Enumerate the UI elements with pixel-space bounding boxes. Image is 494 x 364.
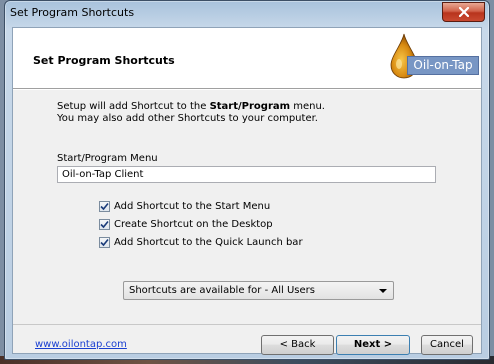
- quick-launch-option[interactable]: Add Shortcut to the Quick Launch bar: [99, 237, 303, 248]
- footer-divider: [13, 324, 481, 325]
- wizard-header: Set Program Shortcuts Oil-on-Tap: [13, 28, 481, 88]
- header-divider: [13, 88, 481, 90]
- page-title: Set Program Shortcuts: [33, 54, 175, 67]
- title-bar[interactable]: Set Program Shortcuts: [5, 1, 489, 27]
- intro-text: Setup will add Shortcut to the Start/Pro…: [57, 101, 325, 125]
- quick-launch-option-label: Add Shortcut to the Quick Launch bar: [114, 237, 303, 248]
- desktop-option-label: Create Shortcut on the Desktop: [114, 219, 273, 230]
- website-link[interactable]: www.oilontap.com: [35, 339, 127, 350]
- check-icon: [100, 220, 109, 229]
- close-icon: [458, 7, 469, 17]
- intro-line-1: Setup will add Shortcut to the Start/Pro…: [57, 101, 325, 112]
- shortcut-scope-value: Shortcuts are available for - All Users: [129, 285, 315, 296]
- close-button[interactable]: [442, 2, 485, 22]
- shortcut-scope-dropdown[interactable]: Shortcuts are available for - All Users: [123, 281, 394, 300]
- check-icon: [100, 202, 109, 211]
- desktop-checkbox[interactable]: [99, 219, 110, 230]
- chevron-down-icon: [379, 289, 387, 293]
- brand-logo: Oil-on-Tap: [381, 32, 479, 80]
- start-menu-label: Start/Program Menu: [57, 153, 158, 164]
- dialog-body: Set Program Shortcuts Oil-on-Tap Setup w…: [12, 27, 482, 355]
- start-menu-option[interactable]: Add Shortcut to the Start Menu: [99, 201, 270, 212]
- back-button[interactable]: < Back: [261, 335, 334, 355]
- installer-window: Set Program Shortcuts Set Program Shortc…: [4, 0, 490, 360]
- window-title: Set Program Shortcuts: [10, 6, 135, 19]
- cancel-button[interactable]: Cancel: [421, 335, 473, 355]
- start-menu-option-label: Add Shortcut to the Start Menu: [114, 201, 271, 212]
- check-icon: [100, 238, 109, 247]
- start-menu-checkbox[interactable]: [99, 201, 110, 212]
- logo-text: Oil-on-Tap: [407, 56, 479, 75]
- quick-launch-checkbox[interactable]: [99, 237, 110, 248]
- intro-line-2: You may also add other Shortcuts to your…: [57, 113, 318, 124]
- start-menu-folder-input[interactable]: Oil-on-Tap Client: [57, 166, 436, 183]
- next-button[interactable]: Next >: [336, 335, 410, 355]
- desktop-option[interactable]: Create Shortcut on the Desktop: [99, 219, 273, 230]
